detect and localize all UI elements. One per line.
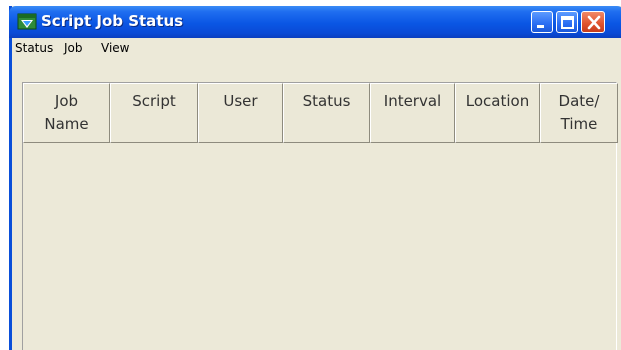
- script-job-status-window: Script Job Status Status Job View Job Na…: [9, 6, 621, 350]
- column-header-interval[interactable]: Interval: [370, 83, 455, 143]
- column-header-location[interactable]: Location: [455, 83, 540, 143]
- minimize-icon: [537, 25, 544, 28]
- menu-status[interactable]: Status: [15, 41, 53, 55]
- close-button[interactable]: [581, 11, 605, 33]
- column-header-status[interactable]: Status: [283, 83, 370, 143]
- column-header-user[interactable]: User: [198, 83, 283, 143]
- maximize-button[interactable]: [556, 11, 578, 33]
- menu-job[interactable]: Job: [64, 41, 83, 55]
- close-icon: [587, 15, 601, 30]
- menu-view[interactable]: View: [101, 41, 129, 55]
- column-header-script[interactable]: Script: [110, 83, 198, 143]
- title-bar[interactable]: Script Job Status: [9, 6, 621, 38]
- column-header-date-time[interactable]: Date/ Time: [540, 83, 618, 143]
- column-header-job-name[interactable]: Job Name: [23, 83, 110, 143]
- window-title: Script Job Status: [41, 12, 184, 30]
- app-icon: [17, 12, 37, 32]
- job-table[interactable]: Job Name Script User Status Interval Loc…: [22, 82, 618, 350]
- table-header-row: Job Name Script User Status Interval Loc…: [23, 83, 618, 143]
- menu-bar: Status Job View: [12, 38, 621, 59]
- minimize-button[interactable]: [531, 11, 553, 33]
- maximize-icon: [561, 16, 574, 29]
